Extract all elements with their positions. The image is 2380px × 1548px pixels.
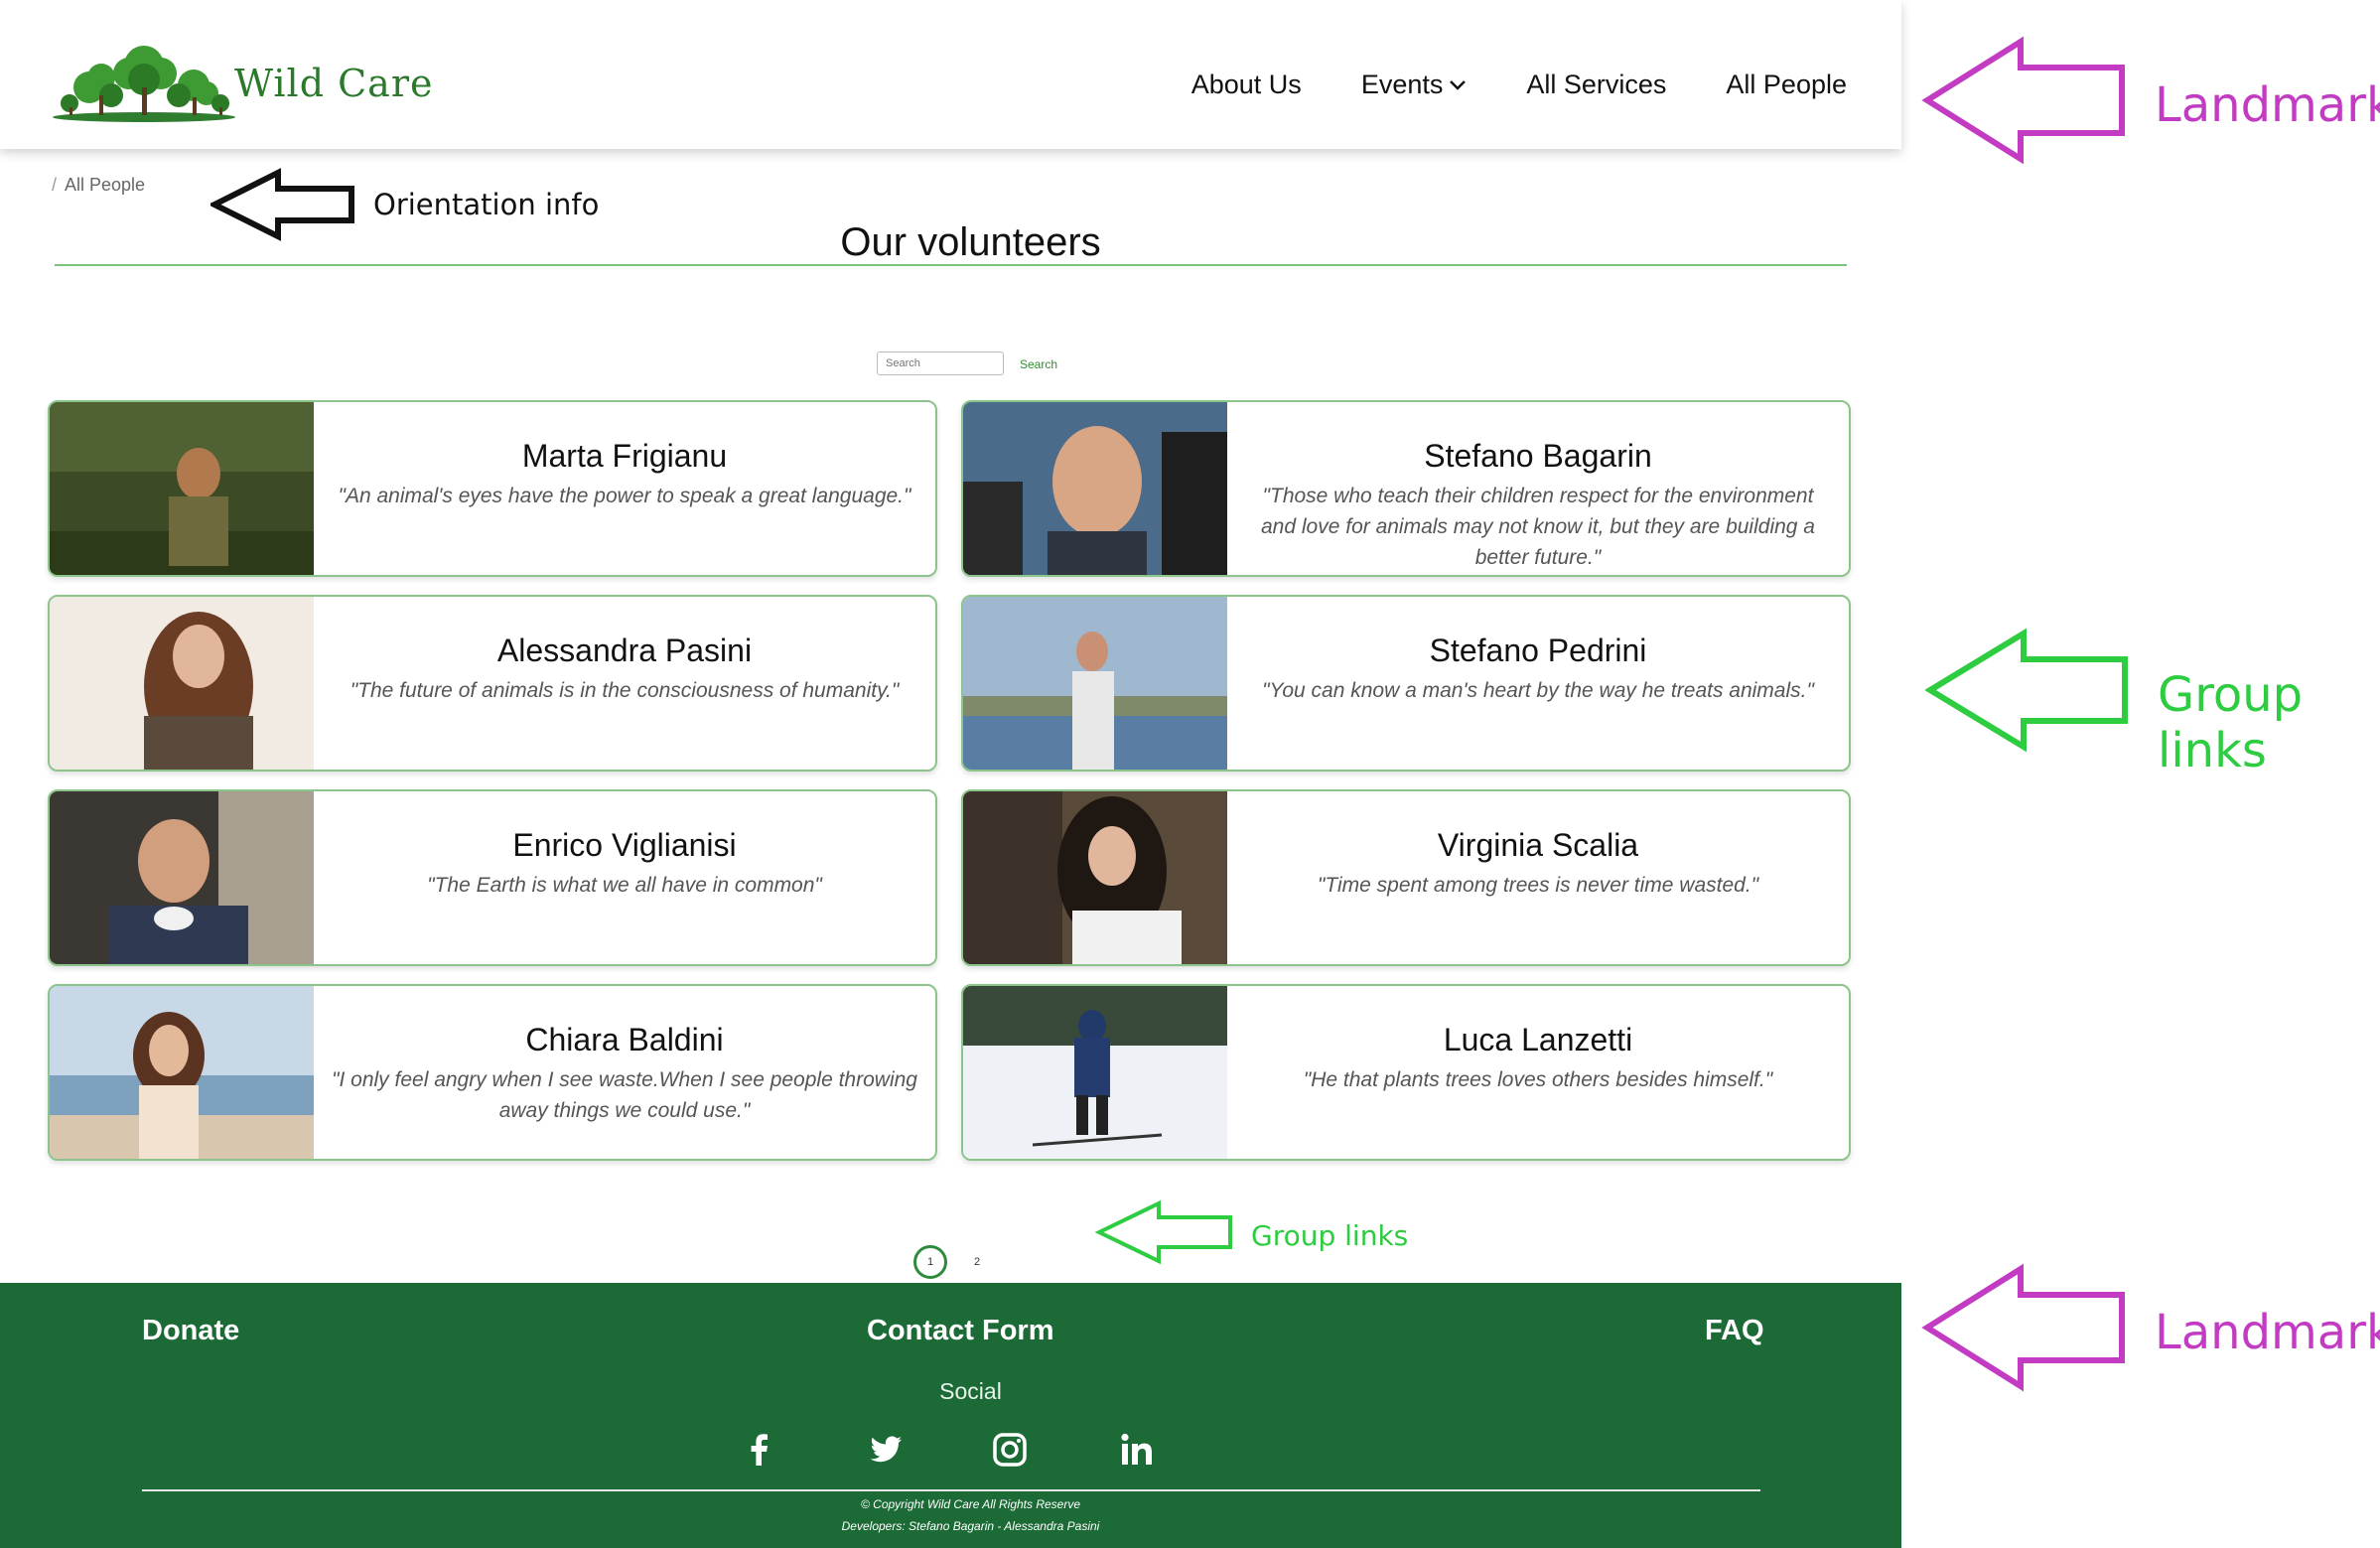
developers-text: Developers: Stefano Bagarin - Alessandra… (841, 1519, 1100, 1533)
nav-events-label: Events (1360, 70, 1444, 99)
facebook-icon[interactable] (740, 1430, 779, 1470)
volunteer-card-stefano-bagarin[interactable]: Stefano Bagarin "Those who teach their c… (961, 400, 1851, 577)
volunteer-quote: "He that plants trees loves others besid… (1303, 1068, 1773, 1091)
volunteer-photo (50, 986, 314, 1159)
volunteer-info: Marta Frigianu "An animal's eyes have th… (314, 402, 935, 575)
volunteer-quote: "An animal's eyes have the power to spea… (338, 485, 911, 507)
volunteer-quote: "You can know a man's heart by the way h… (1262, 679, 1814, 702)
volunteer-photo (963, 791, 1227, 964)
landmarks-arrow-icon (1921, 36, 2125, 165)
volunteer-quote: "I only feel angry when I see waste.When… (332, 1068, 917, 1122)
volunteer-info: Virginia Scalia "Time spent among trees … (1227, 791, 1849, 964)
breadcrumb: / All People (52, 175, 145, 196)
pagination: 1 2 (913, 1245, 991, 1279)
volunteer-card-enrico-viglianisi[interactable]: Enrico Viglianisi "The Earth is what we … (48, 789, 937, 966)
landmarks-arrow-bottom-icon (1921, 1263, 2125, 1392)
search-input[interactable] (877, 352, 1004, 375)
landmarks-label-top: Landmarks (2155, 77, 2380, 133)
volunteer-name: Enrico Viglianisi (512, 827, 737, 863)
nav-all-people[interactable]: All People (1726, 70, 1847, 100)
volunteer-photo (50, 791, 314, 964)
volunteer-photo (963, 402, 1227, 575)
volunteer-name: Virginia Scalia (1437, 827, 1639, 863)
group-links-label-pagination: Group links (1251, 1219, 1409, 1252)
volunteer-info: Chiara Baldini "I only feel angry when I… (314, 986, 935, 1159)
page-2-button[interactable]: 2 (963, 1248, 991, 1276)
volunteer-card-luca-lanzetti[interactable]: Luca Lanzetti "He that plants trees love… (961, 984, 1851, 1161)
nav-about-us[interactable]: About Us (1191, 70, 1302, 100)
volunteer-quote: "Those who teach their children respect … (1261, 485, 1815, 569)
footer-contact-form-link[interactable]: Contact Form (867, 1315, 1054, 1347)
copyright-text: © Copyright Wild Care All Rights Reserve (860, 1497, 1081, 1511)
nav-all-services-label: All Services (1526, 70, 1667, 99)
group-links-label-cards: Group links (2158, 667, 2304, 778)
breadcrumb-current[interactable]: All People (65, 175, 145, 195)
volunteer-quote: "The Earth is what we all have in common… (427, 874, 822, 897)
landmarks-label-bottom: Landmarks (2155, 1305, 2380, 1360)
footer-faq-link[interactable]: FAQ (1705, 1315, 1764, 1347)
instagram-icon[interactable] (990, 1430, 1030, 1470)
title-divider (55, 264, 1847, 266)
main-nav: About Us Events All Services All People (1191, 70, 1847, 100)
volunteer-info: Alessandra Pasini "The future of animals… (314, 597, 935, 770)
volunteer-card-virginia-scalia[interactable]: Virginia Scalia "Time spent among trees … (961, 789, 1851, 966)
volunteer-card-marta-frigianu[interactable]: Marta Frigianu "An animal's eyes have th… (48, 400, 937, 577)
volunteer-quote: "The future of animals is in the conscio… (350, 679, 900, 702)
logo-trees-icon[interactable] (50, 38, 238, 125)
volunteer-info: Stefano Bagarin "Those who teach their c… (1227, 402, 1849, 575)
volunteer-name: Marta Frigianu (521, 438, 728, 474)
nav-all-people-label: All People (1726, 70, 1847, 99)
volunteer-card-stefano-pedrini[interactable]: Stefano Pedrini "You can know a man's he… (961, 595, 1851, 772)
volunteer-name: Luca Lanzetti (1443, 1022, 1633, 1057)
footer-divider (142, 1489, 1760, 1491)
brand-name[interactable]: Wild Care (234, 62, 433, 105)
search-button[interactable]: Search (1020, 357, 1057, 371)
chevron-down-icon (1450, 79, 1467, 90)
volunteer-card-alessandra-pasini[interactable]: Alessandra Pasini "The future of animals… (48, 595, 937, 772)
group-links-arrow-small-icon (1095, 1199, 1232, 1265)
volunteer-name: Alessandra Pasini (496, 633, 753, 668)
volunteer-photo (963, 597, 1227, 770)
volunteer-info: Enrico Viglianisi "The Earth is what we … (314, 791, 935, 964)
volunteer-photo (50, 402, 314, 575)
nav-events[interactable]: Events (1361, 70, 1468, 100)
social-label: Social (939, 1378, 1002, 1404)
volunteer-info: Luca Lanzetti "He that plants trees love… (1227, 986, 1849, 1159)
volunteer-photo (50, 597, 314, 770)
social-icons (0, 1430, 1941, 1470)
volunteer-card-chiara-baldini[interactable]: Chiara Baldini "I only feel angry when I… (48, 984, 937, 1161)
volunteer-photo (963, 986, 1227, 1159)
site-header: Wild Care About Us Events All Services A… (0, 0, 1901, 149)
group-links-arrow-icon (1924, 628, 2128, 753)
volunteer-name: Chiara Baldini (525, 1022, 724, 1057)
volunteer-info: Stefano Pedrini "You can know a man's he… (1227, 597, 1849, 770)
site-footer: Donate Contact Form FAQ Social © Copyrig… (0, 1283, 1901, 1548)
volunteer-name: Stefano Bagarin (1424, 438, 1652, 474)
orientation-arrow-icon (210, 168, 354, 241)
nav-about-us-label: About Us (1190, 70, 1302, 99)
footer-donate-link[interactable]: Donate (142, 1315, 239, 1347)
breadcrumb-separator: / (52, 175, 58, 195)
orientation-info-label: Orientation info (373, 188, 600, 221)
volunteer-quote: "Time spent among trees is never time wa… (1317, 874, 1759, 897)
nav-all-services[interactable]: All Services (1526, 70, 1666, 100)
page-1-button[interactable]: 1 (913, 1245, 947, 1279)
volunteer-name: Stefano Pedrini (1429, 633, 1647, 668)
twitter-icon[interactable] (866, 1430, 906, 1470)
linkedin-icon[interactable] (1117, 1430, 1157, 1470)
